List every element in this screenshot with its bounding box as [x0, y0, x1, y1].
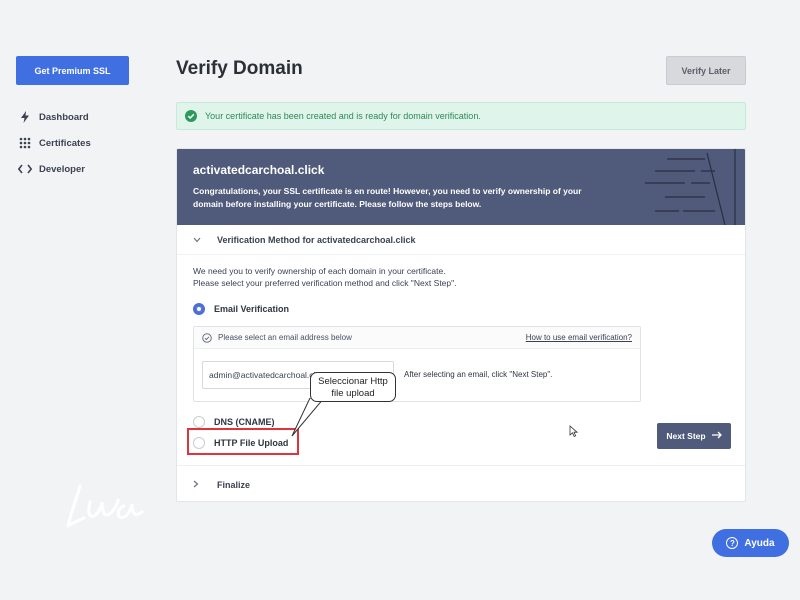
radio-unselected[interactable]: [193, 416, 205, 428]
code-icon: [18, 162, 32, 176]
email-hint: After selecting an email, click "Next St…: [404, 370, 553, 379]
callout-pointer: [291, 398, 325, 437]
annotation-callout: Seleccionar Http file upload: [310, 372, 396, 402]
watermark-logo-icon: [66, 484, 144, 528]
check-circle-outline-icon: [202, 332, 212, 343]
next-step-button[interactable]: Next Step: [657, 423, 731, 449]
sidebar-nav: Dashboard Certificates Developer: [18, 104, 148, 182]
radio-selected[interactable]: [193, 303, 205, 315]
sidebar-item-label: Dashboard: [39, 111, 89, 123]
section-title: Verification Method for activatedcarchoa…: [217, 234, 416, 245]
page-title: Verify Domain: [176, 58, 303, 79]
chevron-right-icon: [193, 480, 203, 490]
email-prompt: Please select an email address below: [218, 333, 352, 342]
get-premium-ssl-button[interactable]: Get Premium SSL: [16, 56, 129, 85]
method-dns-cname[interactable]: DNS (CNAME): [193, 416, 275, 428]
mouse-cursor-icon: [569, 425, 578, 438]
method-label: Email Verification: [214, 304, 290, 314]
check-circle-icon: [185, 110, 197, 122]
card-hero: activatedcarchoal.click Congratulations,…: [177, 149, 745, 225]
help-button[interactable]: ? Ayuda: [712, 529, 789, 557]
verification-method-header[interactable]: Verification Method for activatedcarchoa…: [177, 225, 745, 255]
sidebar-item-dashboard[interactable]: Dashboard: [18, 104, 148, 130]
sidebar-item-certificates[interactable]: Certificates: [18, 130, 148, 156]
email-verification-panel: Please select an email address below How…: [193, 326, 641, 402]
success-alert: Your certificate has been created and is…: [176, 102, 746, 130]
email-help-link[interactable]: How to use email verification?: [526, 333, 632, 342]
method-email-verification[interactable]: Email Verification: [193, 303, 289, 315]
finalize-section-header[interactable]: Finalize: [177, 465, 745, 501]
question-icon: ?: [726, 537, 739, 549]
finalize-label: Finalize: [217, 479, 251, 490]
bolt-icon: [18, 110, 32, 124]
method-label: DNS (CNAME): [214, 417, 275, 427]
sidebar-item-label: Certificates: [39, 137, 91, 149]
grid-icon: [18, 136, 32, 150]
decorative-lines-icon: [645, 149, 736, 225]
chevron-down-icon: [193, 235, 203, 245]
verify-later-button[interactable]: Verify Later: [666, 56, 746, 85]
hero-text: Congratulations, your SSL certificate is…: [193, 186, 582, 209]
sidebar-item-developer[interactable]: Developer: [18, 156, 148, 182]
sidebar-item-label: Developer: [39, 163, 85, 175]
email-panel-header: Please select an email address below How…: [194, 327, 640, 349]
alert-text: Your certificate has been created and is…: [205, 111, 481, 121]
arrow-right-icon: [711, 431, 722, 442]
annotation-highlight-box: [187, 428, 299, 455]
intro-text: We need you to verify ownership of each …: [193, 266, 457, 288]
